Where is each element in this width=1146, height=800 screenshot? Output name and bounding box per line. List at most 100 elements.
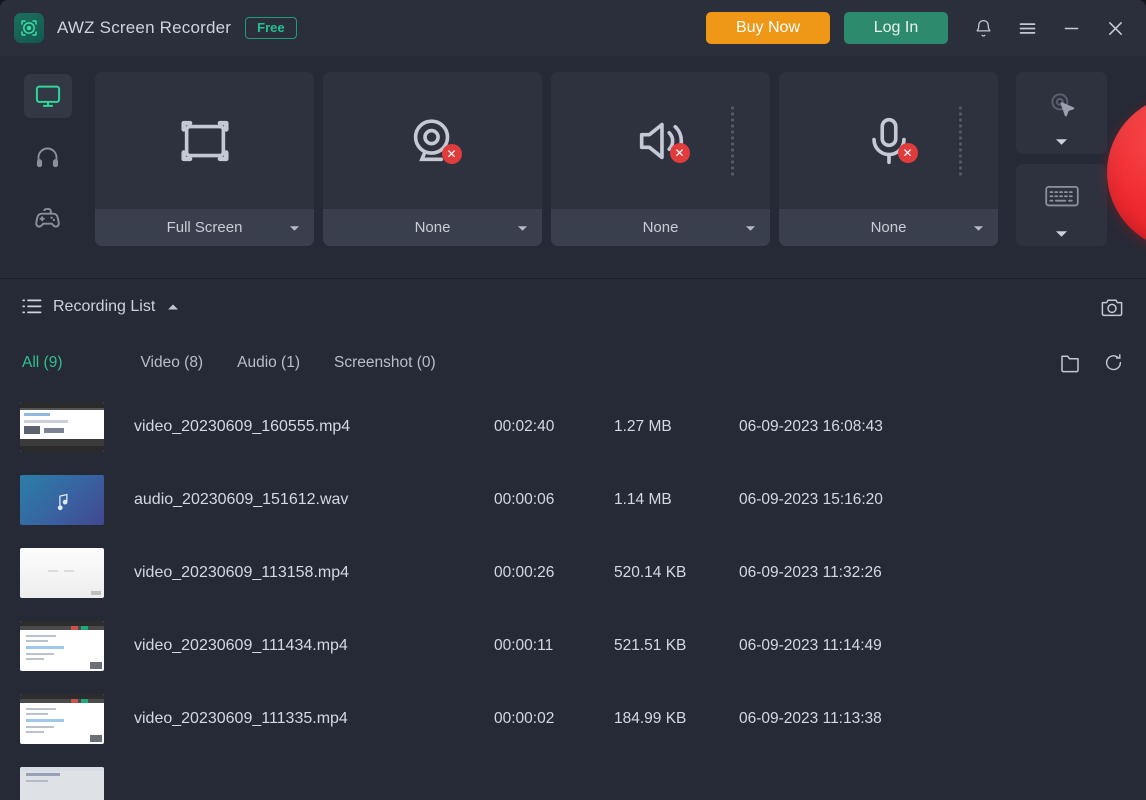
tab-audio[interactable]: Audio (1) bbox=[237, 354, 300, 372]
capture-area-card[interactable]: Full Screen bbox=[95, 72, 314, 246]
minimize-icon[interactable] bbox=[1054, 11, 1088, 45]
microphone-card-body: ✕ bbox=[779, 72, 998, 209]
microphone-disabled-badge: ✕ bbox=[897, 142, 918, 163]
recording-list-header: Recording List bbox=[0, 278, 1146, 335]
video-thumbnail bbox=[20, 548, 104, 599]
record-button[interactable]: REC bbox=[1107, 94, 1146, 250]
file-name: video_20230609_111434.mp4 bbox=[134, 637, 348, 655]
file-date: 06-09-2023 11:32:26 bbox=[739, 564, 882, 582]
table-row[interactable]: audio_20230609_151612.wav 00:00:06 1.14 … bbox=[0, 464, 1146, 537]
tab-all[interactable]: All (9) bbox=[22, 354, 62, 372]
capture-area-value: Full Screen bbox=[166, 219, 243, 236]
tab-video[interactable]: Video (8) bbox=[140, 354, 203, 372]
file-size: 521.51 KB bbox=[614, 637, 687, 655]
screenshot-camera-icon[interactable] bbox=[1100, 296, 1124, 318]
file-duration: 00:00:02 bbox=[494, 710, 555, 728]
file-size: 184.99 KB bbox=[614, 710, 687, 728]
recording-list-title: Recording List bbox=[53, 297, 156, 315]
speaker-disabled-badge: ✕ bbox=[669, 142, 690, 163]
table-row[interactable]: video_20230609_113158.mp4 00:00:26 520.1… bbox=[0, 537, 1146, 610]
file-date: 06-09-2023 11:13:38 bbox=[739, 710, 882, 728]
file-duration: 00:00:11 bbox=[494, 637, 554, 655]
video-thumbnail bbox=[20, 621, 104, 672]
file-duration: 00:00:06 bbox=[494, 491, 555, 509]
chevron-up-icon[interactable] bbox=[167, 298, 179, 316]
file-size: 1.27 MB bbox=[614, 418, 672, 436]
list-actions bbox=[1059, 353, 1124, 373]
speaker-value: None bbox=[642, 219, 679, 236]
video-thumbnail bbox=[20, 767, 104, 800]
mouse-click-settings-card[interactable] bbox=[1016, 72, 1107, 154]
microphone-dropdown[interactable]: None bbox=[779, 209, 998, 246]
chevron-down-icon bbox=[1055, 231, 1068, 237]
title-bar: AWZ Screen Recorder Free Buy Now Log In bbox=[0, 0, 1146, 56]
chevron-down-icon bbox=[289, 219, 300, 236]
keyboard-settings-card[interactable] bbox=[1016, 164, 1107, 246]
table-row[interactable] bbox=[0, 756, 1146, 800]
file-size: 520.14 KB bbox=[614, 564, 687, 582]
file-date: 06-09-2023 11:14:49 bbox=[739, 637, 882, 655]
refresh-icon[interactable] bbox=[1103, 353, 1124, 373]
file-date: 06-09-2023 16:08:43 bbox=[739, 418, 883, 436]
sidebar-item-game-recorder[interactable] bbox=[24, 196, 72, 240]
video-thumbnail bbox=[20, 402, 104, 453]
hamburger-menu-icon[interactable] bbox=[1010, 11, 1044, 45]
chevron-down-icon bbox=[517, 219, 528, 236]
log-in-button[interactable]: Log In bbox=[844, 12, 948, 44]
speaker-card-body: ✕ bbox=[551, 72, 770, 209]
microphone-value: None bbox=[870, 219, 907, 236]
file-name: audio_20230609_151612.wav bbox=[134, 491, 349, 509]
capture-area-dropdown[interactable]: Full Screen bbox=[95, 209, 314, 246]
notification-bell-icon[interactable] bbox=[966, 11, 1000, 45]
capture-cards: Full Screen ✕ None ✕ None ✕ None bbox=[95, 72, 1107, 246]
buy-now-button[interactable]: Buy Now bbox=[706, 12, 830, 44]
list-lines-icon bbox=[22, 298, 42, 315]
recording-file-list[interactable]: video_20230609_160555.mp4 00:02:40 1.27 … bbox=[0, 390, 1146, 800]
tab-screenshot[interactable]: Screenshot (0) bbox=[334, 354, 436, 372]
speaker-card[interactable]: ✕ None bbox=[551, 72, 770, 246]
webcam-dropdown[interactable]: None bbox=[323, 209, 542, 246]
keyboard-settings-dropdown[interactable] bbox=[1016, 222, 1107, 246]
table-row[interactable]: video_20230609_111335.mp4 00:00:02 184.9… bbox=[0, 683, 1146, 756]
chevron-down-icon bbox=[973, 219, 984, 236]
open-folder-icon[interactable] bbox=[1059, 353, 1081, 373]
speaker-level-meter bbox=[731, 106, 734, 175]
file-duration: 00:00:26 bbox=[494, 564, 555, 582]
recording-list-tabs: All (9) Video (8) Audio (1) Screenshot (… bbox=[0, 334, 1146, 391]
microphone-card[interactable]: ✕ None bbox=[779, 72, 998, 246]
awz-target-logo-icon bbox=[14, 13, 44, 43]
microphone-level-meter bbox=[959, 106, 962, 175]
webcam-disabled-badge: ✕ bbox=[441, 143, 462, 164]
file-size: 1.14 MB bbox=[614, 491, 672, 509]
sidebar-item-audio-recorder[interactable] bbox=[24, 135, 72, 179]
close-icon[interactable] bbox=[1098, 11, 1132, 45]
table-row[interactable]: video_20230609_160555.mp4 00:02:40 1.27 … bbox=[0, 391, 1146, 464]
app-title: AWZ Screen Recorder bbox=[57, 18, 232, 37]
file-duration: 00:02:40 bbox=[494, 418, 555, 436]
music-note-icon bbox=[57, 494, 68, 511]
file-name: video_20230609_111335.mp4 bbox=[134, 710, 348, 728]
capture-toolbar: Full Screen ✕ None ✕ None ✕ None bbox=[0, 56, 1146, 278]
mouse-click-settings-dropdown[interactable] bbox=[1016, 130, 1107, 154]
sidebar-item-screen-recorder[interactable] bbox=[23, 74, 72, 118]
mode-rail bbox=[0, 72, 95, 257]
capture-area-card-body bbox=[95, 72, 314, 209]
keyboard-settings-body bbox=[1016, 164, 1107, 222]
mouse-click-settings-body bbox=[1016, 72, 1107, 130]
audio-thumbnail bbox=[20, 475, 104, 526]
video-thumbnail bbox=[20, 694, 104, 745]
webcam-value: None bbox=[414, 219, 451, 236]
record-button-area: REC bbox=[1107, 72, 1146, 278]
speaker-dropdown[interactable]: None bbox=[551, 209, 770, 246]
plan-badge: Free bbox=[245, 17, 297, 39]
app-window: AWZ Screen Recorder Free Buy Now Log In bbox=[0, 0, 1146, 800]
chevron-down-icon bbox=[745, 219, 756, 236]
chevron-down-icon bbox=[1055, 139, 1068, 145]
webcam-card-body: ✕ bbox=[323, 72, 542, 209]
table-row[interactable]: video_20230609_111434.mp4 00:00:11 521.5… bbox=[0, 610, 1146, 683]
file-date: 06-09-2023 15:16:20 bbox=[739, 491, 883, 509]
webcam-card[interactable]: ✕ None bbox=[323, 72, 542, 246]
file-name: video_20230609_113158.mp4 bbox=[134, 564, 350, 582]
file-name: video_20230609_160555.mp4 bbox=[134, 418, 351, 436]
extra-settings-cards bbox=[1016, 72, 1107, 246]
